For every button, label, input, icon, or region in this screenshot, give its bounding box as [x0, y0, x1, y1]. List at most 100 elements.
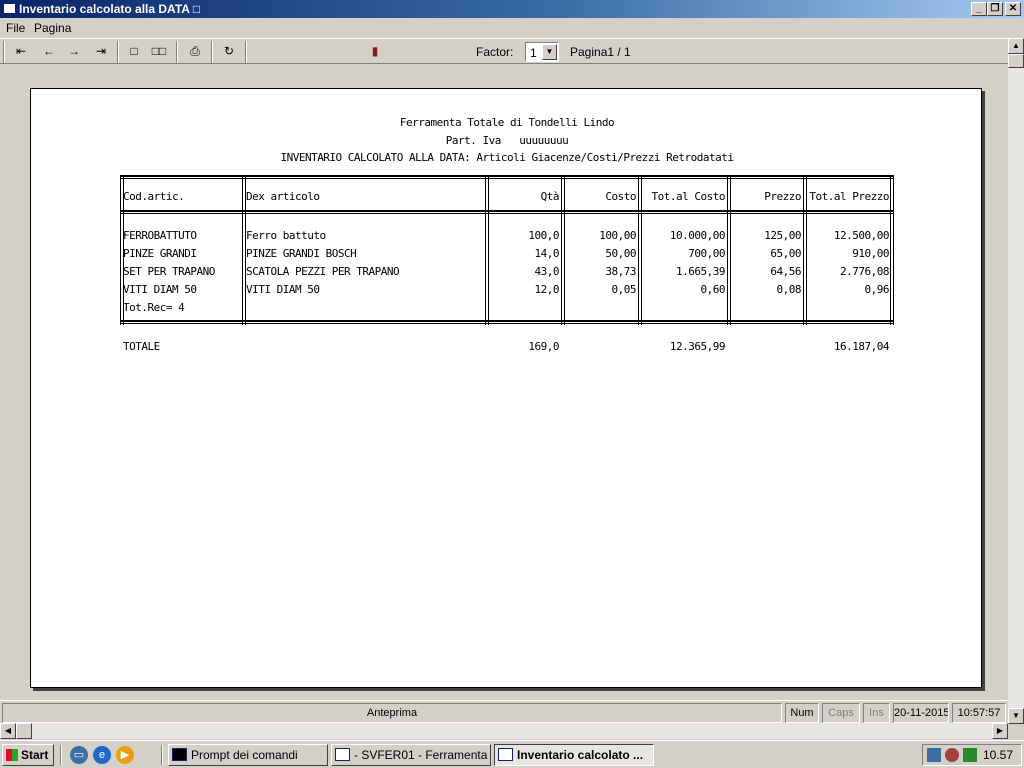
minimize-button[interactable]: _ [971, 2, 987, 16]
single-page-icon[interactable]: □ [123, 42, 145, 62]
cell-qty: 12,0 [534, 283, 560, 296]
totals-total-price: 16.187,04 [833, 340, 890, 353]
task-label: Prompt dei comandi [191, 748, 298, 762]
status-mode: Anteprima [2, 703, 782, 723]
chevron-down-icon[interactable]: ▼ [542, 44, 557, 60]
scroll-thumb-horizontal[interactable] [16, 723, 32, 739]
col-header-cost: Costo [605, 190, 636, 203]
totals-qty: 169,0 [528, 340, 559, 353]
restore-button[interactable]: ❐ [987, 2, 1003, 16]
cell-cost: 100,00 [599, 229, 636, 242]
cell-desc: SCATOLA PEZZI PER TRAPANO [246, 265, 400, 278]
task-svfer01[interactable]: - SVFER01 - Ferramenta ... [331, 744, 491, 766]
cell-price: 65,00 [770, 247, 801, 260]
previous-page-icon[interactable]: ← [38, 42, 60, 62]
cell-desc: VITI DIAM 50 [246, 283, 320, 296]
cell-total-price: 910,00 [852, 247, 889, 260]
totals-label: TOTALE [123, 340, 160, 353]
table-divider [485, 175, 489, 325]
taskbar-clock: 10.57 [982, 748, 1013, 762]
cell-qty: 43,0 [534, 265, 560, 278]
cell-cost: 0,05 [611, 283, 637, 296]
col-header-desc: Dex articolo [246, 190, 320, 203]
export-icon[interactable]: ↻ [218, 42, 240, 62]
scroll-right-icon[interactable]: ▶ [992, 723, 1008, 739]
col-header-price: Prezzo [764, 190, 801, 203]
page-info: Pagina1 / 1 [570, 45, 631, 59]
next-page-icon[interactable]: → [63, 42, 85, 62]
status-num: Num [785, 703, 819, 723]
first-page-icon[interactable]: ⇤ [10, 42, 32, 62]
scroll-left-icon[interactable]: ◀ [0, 723, 16, 739]
factor-value: 1 [530, 46, 537, 60]
cell-desc: Ferro battuto [246, 229, 326, 242]
start-button[interactable]: Start [2, 744, 54, 766]
window-icon [335, 748, 350, 761]
vertical-scrollbar[interactable]: ▲ ▼ [1008, 38, 1024, 724]
show-desktop-icon[interactable]: ▭ [70, 746, 88, 764]
cell-price: 0,08 [776, 283, 802, 296]
cell-code: FERROBATTUTO [123, 229, 197, 242]
status-time: 10:57:57 [952, 703, 1006, 723]
media-player-icon[interactable]: ▶ [116, 746, 134, 764]
factor-label: Factor: [476, 45, 514, 59]
cell-cost: 38,73 [605, 265, 636, 278]
table-divider [561, 175, 565, 325]
cell-total-cost: 10.000,00 [669, 229, 726, 242]
cell-code: PINZE GRANDI [123, 247, 197, 260]
two-pages-icon[interactable]: □□ [148, 42, 170, 62]
close-button[interactable]: ✕ [1005, 2, 1021, 16]
exit-door-icon[interactable]: ▮ [364, 42, 386, 62]
col-header-total-price: Tot.al Prezzo [809, 190, 889, 203]
network-icon[interactable] [927, 748, 941, 762]
start-label: Start [21, 748, 49, 762]
cell-total-price: 0,96 [864, 283, 890, 296]
toolbar-separator [245, 41, 247, 63]
toolbar-separator [117, 41, 119, 63]
col-header-total-cost: Tot.al Costo [651, 190, 726, 203]
window-title: Inventario calcolato alla DATA □ [19, 2, 201, 16]
table-rule [121, 210, 894, 214]
table-divider [727, 175, 731, 325]
table-rule [121, 175, 894, 179]
taskbar: Start ▭ e ▶ Prompt dei comandi - SVFER01… [0, 740, 1024, 768]
scroll-thumb[interactable] [1008, 54, 1024, 68]
console-icon [172, 748, 187, 761]
menu-bar: File Pagina [0, 18, 1024, 38]
toolbar-separator [176, 41, 178, 63]
cell-total-price: 12.500,00 [833, 229, 890, 242]
last-page-icon[interactable]: ⇥ [90, 42, 112, 62]
scroll-down-icon[interactable]: ▼ [1008, 708, 1024, 724]
cell-code: SET PER TRAPANO [123, 265, 215, 278]
title-bar: Inventario calcolato alla DATA □ _ ❐ ✕ [0, 0, 1024, 18]
cell-qty: 14,0 [534, 247, 560, 260]
status-bar: Anteprima Num Caps Ins 20-11-2015 10:57:… [0, 700, 1008, 723]
cell-desc: PINZE GRANDI BOSCH [246, 247, 357, 260]
preview-area: Ferramenta Totale di Tondelli Lindo Part… [0, 65, 1008, 699]
toolbar-separator [211, 41, 213, 63]
menu-file[interactable]: File [6, 21, 25, 35]
cell-code: VITI DIAM 50 [123, 283, 197, 296]
table-rule [121, 320, 894, 324]
task-command-prompt[interactable]: Prompt dei comandi [168, 744, 328, 766]
table-divider [803, 175, 807, 325]
update-icon[interactable] [963, 748, 977, 762]
task-inventario[interactable]: Inventario calcolato ... [494, 744, 654, 766]
scroll-up-icon[interactable]: ▲ [1008, 38, 1024, 54]
menu-pagina[interactable]: Pagina [34, 21, 71, 35]
col-header-code: Cod.artic. [123, 190, 185, 203]
taskbar-separator [161, 745, 163, 765]
print-icon[interactable]: ⎙ [184, 42, 206, 62]
report-vat: Part. Iva uuuuuuuu [31, 134, 983, 147]
cell-total-cost: 1.665,39 [676, 265, 725, 278]
taskbar-separator [60, 745, 62, 765]
table-divider [638, 175, 642, 325]
cell-qty: 100,0 [528, 229, 559, 242]
internet-explorer-icon[interactable]: e [93, 746, 111, 764]
report-page: Ferramenta Totale di Tondelli Lindo Part… [30, 88, 982, 688]
cell-price: 125,00 [764, 229, 801, 242]
security-icon[interactable] [945, 748, 959, 762]
task-label: Inventario calcolato ... [517, 748, 644, 762]
horizontal-scrollbar[interactable]: ◀ ▶ [0, 723, 1008, 739]
factor-select[interactable]: 1 ▼ [525, 42, 559, 62]
